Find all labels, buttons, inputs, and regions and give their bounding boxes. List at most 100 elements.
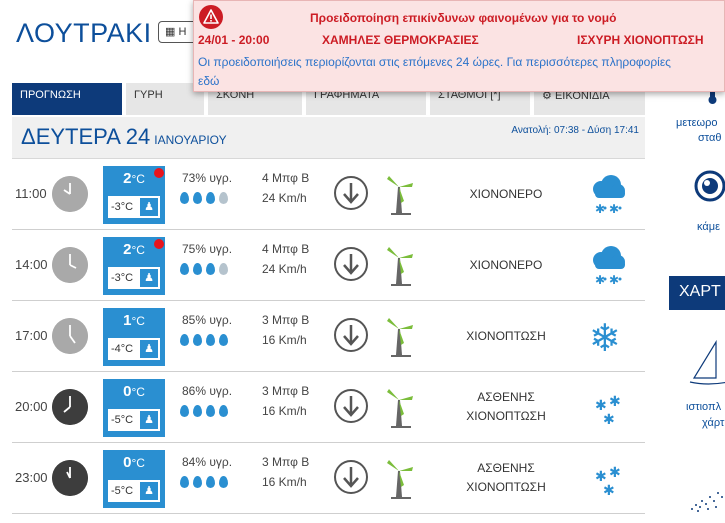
temperature-unit: °C — [131, 314, 145, 328]
wind-turbine-icon — [387, 176, 413, 215]
wind-speed: 24 Km/h — [262, 191, 307, 205]
humidity: 84% υγρ. — [182, 455, 233, 469]
cloud-snow-icon: ✱ ✱ — [587, 244, 627, 288]
humidity-drop-icon — [206, 334, 215, 346]
wind-direction-arrow-icon — [334, 460, 368, 494]
person-thermometer-icon: ♟ — [140, 269, 158, 287]
svg-text:✱: ✱ — [595, 202, 605, 216]
svg-text:✱: ✱ — [609, 202, 619, 216]
condition-line: ΧΙΟΝΟΝΕΡΟ — [469, 187, 543, 201]
svg-text:✱: ✱ — [603, 412, 615, 428]
humidity-drop-icon — [206, 405, 215, 417]
snowflake-icon: ❄ — [587, 315, 627, 360]
city-title: ΛΟΥΤΡΑΚΙ — [16, 18, 152, 48]
svg-text:✱: ✱ — [595, 273, 605, 287]
humidity-drop-icon — [206, 192, 215, 204]
temperature-box: 0°C -5°C ♟ — [103, 450, 165, 508]
humidity: 75% υγρ. — [182, 242, 233, 256]
weather-condition: ΑΣΘΕΝΗΣ ΧΙΟΝΟΠΤΩΣΗ — [442, 459, 570, 497]
humidity-drop-icon — [219, 192, 228, 204]
warning-dot-icon — [154, 239, 164, 249]
svg-text:✱: ✱ — [609, 465, 621, 481]
svg-text:❄: ❄ — [589, 316, 621, 359]
light-snow-icon: ✱ ✱ ✱ — [587, 386, 627, 430]
feels-like-temp: -5°C — [111, 414, 134, 426]
weather-condition: ΑΣΘΕΝΗΣ ΧΙΟΝΟΠΤΩΣΗ — [442, 388, 570, 426]
forecast-time: 14:00 — [15, 257, 48, 272]
temperature-box: 2°C -3°C ♟ — [103, 237, 165, 295]
humidity-drop-icon — [193, 476, 202, 488]
humidity-drops — [180, 334, 228, 346]
humidity: 73% υγρ. — [182, 171, 233, 185]
temperature: 1°C — [103, 312, 165, 329]
day-month: ΙΑΝΟΥΑΡΙΟΥ — [154, 133, 227, 147]
clock-icon — [52, 318, 88, 354]
sailing-maps-line2[interactable]: χάρτ — [702, 417, 724, 429]
right-sidebar: μετεωρο σταθ κάμε ΧΑΡΤ ιστιοπλ χάρτ — [668, 80, 725, 523]
warning-dot-icon — [154, 168, 164, 178]
maps-section-title: ΧΑΡΤ — [669, 276, 725, 310]
feels-like-box: -5°C ♟ — [107, 408, 161, 432]
humidity-drop-icon — [219, 263, 228, 275]
feels-like-box: -3°C ♟ — [107, 266, 161, 290]
alert-info-text: Οι προειδοποιήσεις περιορίζονται στις επ… — [198, 55, 671, 69]
wind-turbine-icon — [387, 247, 413, 286]
wind-turbine-icon — [387, 389, 413, 428]
temperature-unit: °C — [131, 172, 145, 186]
humidity-drop-icon — [206, 476, 215, 488]
alert-type-heavy-snow: ΙΣΧΥΡΗ ΧΙΟΝΟΠΤΩΣΗ — [577, 33, 704, 47]
feels-like-box: -3°C ♟ — [107, 195, 161, 219]
calendar-icon: ▦ — [165, 26, 176, 38]
clock-icon — [52, 389, 88, 425]
humidity-drops — [180, 192, 228, 204]
page-root: ΛΟΥΤΡΑΚΙ ▦ Η ΠΡΟΓΝΩΣΗ ΓΥΡΗ ΣΚΟΝΗ ΓΡΑΦΗΜΑ… — [0, 0, 725, 523]
condition-line: ΑΣΘΕΝΗΣ — [477, 390, 535, 404]
feels-like-temp: -4°C — [111, 343, 134, 355]
forecast-time: 17:00 — [15, 328, 48, 343]
wind-direction-arrow-icon — [334, 318, 368, 352]
humidity-drop-icon — [193, 263, 202, 275]
tab-forecast[interactable]: ΠΡΟΓΝΩΣΗ — [12, 83, 122, 115]
temperature: 0°C — [103, 383, 165, 400]
stations-link-line2[interactable]: σταθ — [698, 132, 721, 144]
stations-link-line1[interactable]: μετεωρο — [676, 117, 717, 129]
camera-icon[interactable] — [694, 170, 725, 202]
temperature-box: 2°C -3°C ♟ — [103, 166, 165, 224]
person-thermometer-icon: ♟ — [140, 482, 158, 500]
humidity-drop-icon — [193, 334, 202, 346]
svg-text:✱: ✱ — [603, 483, 615, 499]
svg-text:✱: ✱ — [609, 273, 619, 287]
person-thermometer-icon: ♟ — [140, 198, 158, 216]
sailing-maps-line1[interactable]: ιστιοπλ — [686, 401, 721, 413]
wind-direction-arrow-icon — [334, 247, 368, 281]
alert-type-low-temp: ΧΑΜΗΛΕΣ ΘΕΡΜΟΚΡΑΣΙΕΣ — [322, 33, 479, 47]
humidity-drop-icon — [219, 405, 228, 417]
wind-direction-arrow-icon — [334, 176, 368, 210]
forecast-time: 20:00 — [15, 399, 48, 414]
cloud-snow-icon: ✱ ✱ — [587, 173, 627, 217]
forecast-row: 11:00 2°C -3°C ♟ 73% υγρ. 4 Μπφ Β 24 Km/h ΧΙΟΝΟ… — [12, 159, 645, 230]
feels-like-box: -5°C ♟ — [107, 479, 161, 503]
person-thermometer-icon: ♟ — [140, 340, 158, 358]
forecast-row: 17:00 1°C -4°C ♟ 85% υγρ. 3 Μπφ Β 16 Km/h ΧΙΟΝΟ… — [12, 301, 645, 372]
feels-like-temp: -3°C — [111, 201, 134, 213]
condition-line: ΑΣΘΕΝΗΣ — [477, 461, 535, 475]
alert-more-link[interactable]: εδώ — [198, 74, 219, 88]
day-header: ΔΕΥΤΕΡΑ 24 ΙΑΝΟΥΑΡΙΟΥ Ανατολή: 07:38 - Δύ… — [12, 117, 645, 159]
humidity-drop-icon — [180, 476, 189, 488]
condition-line: ΧΙΟΝΟΠΤΩΣΗ — [466, 329, 546, 343]
wind-speed: 16 Km/h — [262, 475, 307, 489]
weather-condition: ΧΙΟΝΟΝΕΡΟ — [442, 185, 570, 204]
cameras-link[interactable]: κάμε — [697, 221, 720, 233]
humidity: 86% υγρ. — [182, 384, 233, 398]
forecast-row: 23:00 0°C -5°C ♟ 84% υγρ. 3 Μπφ Β 16 Km/h ΑΣΘΕΝ… — [12, 443, 645, 514]
humidity-drop-icon — [193, 192, 202, 204]
wind-speed: 16 Km/h — [262, 404, 307, 418]
condition-line: ΧΙΟΝΟΠΤΩΣΗ — [466, 409, 546, 423]
hazard-alert-popup[interactable]: Προειδοποίηση επικίνδυνων φαινομένων για… — [193, 0, 725, 92]
forecast-time: 11:00 — [15, 186, 47, 201]
temperature-box: 1°C -4°C ♟ — [103, 308, 165, 366]
wind-beaufort: 3 Μπφ Β — [262, 455, 310, 469]
humidity-drop-icon — [219, 476, 228, 488]
sailboat-icon — [689, 339, 725, 385]
